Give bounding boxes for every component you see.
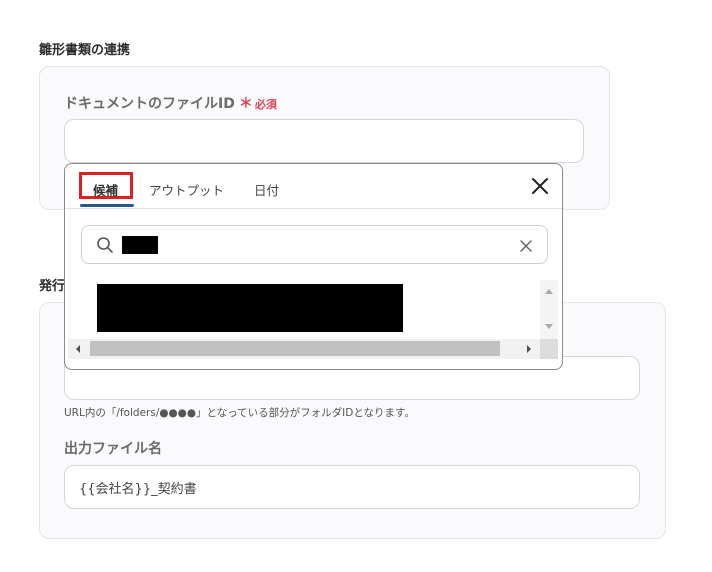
- active-tab-underline: [80, 204, 134, 207]
- vertical-scrollbar[interactable]: [540, 280, 558, 342]
- scroll-right-icon[interactable]: [523, 339, 535, 359]
- doc-id-input[interactable]: [64, 119, 584, 163]
- tab-candidates[interactable]: 候補: [93, 180, 118, 199]
- output-filename-input[interactable]: {{会社名}}_契約書: [64, 465, 640, 509]
- doc-id-label-text: ドキュメントのファイルID: [64, 96, 235, 112]
- horizontal-scrollbar[interactable]: [68, 339, 541, 359]
- suggestion-popup: 候補 アウトプット 日付: [64, 163, 563, 370]
- required-label: 必須: [254, 98, 277, 111]
- section-title-issue: 発行: [39, 279, 66, 294]
- tab-date[interactable]: 日付: [254, 180, 279, 199]
- scroll-arrows-icon: [545, 289, 553, 329]
- required-star: ＊: [238, 96, 253, 112]
- output-filename-label: 出力ファイル名: [64, 441, 162, 457]
- search-icon: [96, 236, 114, 254]
- scroll-left-icon[interactable]: [72, 339, 84, 359]
- clear-icon[interactable]: [519, 238, 533, 252]
- popup-tabbar: 候補 アウトプット 日付: [65, 164, 562, 209]
- scrollbar-corner: [540, 339, 558, 359]
- search-query-redacted: [122, 236, 158, 254]
- doc-id-label: ドキュメントのファイルID ＊必須: [64, 93, 277, 113]
- close-icon[interactable]: [530, 176, 550, 196]
- folder-id-hint: URL内の「/folders/●●●●」となっている部分がフォルダIDとなります…: [64, 407, 415, 419]
- horizontal-scroll-thumb[interactable]: [90, 341, 500, 356]
- section-title-template: 雛形書類の連携: [39, 43, 131, 58]
- tab-output[interactable]: アウトプット: [149, 180, 224, 199]
- popup-search-input[interactable]: [81, 225, 548, 264]
- suggestion-list: [65, 276, 541, 340]
- suggestion-item-redacted[interactable]: [97, 284, 403, 332]
